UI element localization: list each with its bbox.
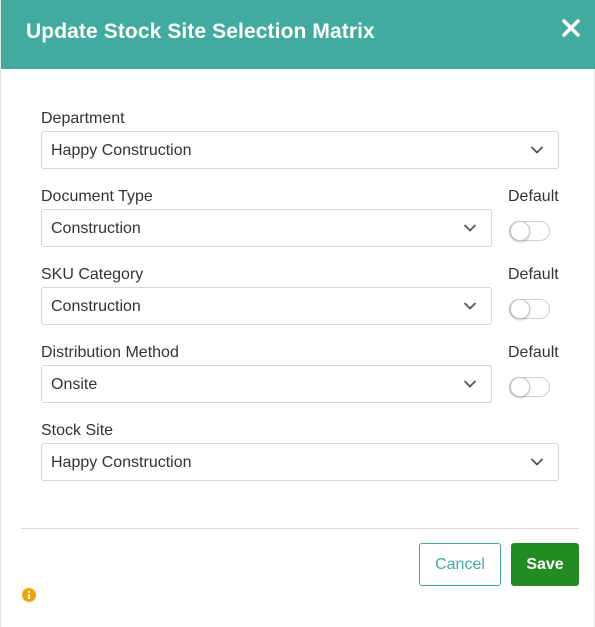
- update-stock-site-dialog: Update Stock Site Selection Matrix Depar…: [0, 0, 595, 627]
- distribution-method-default-toggle[interactable]: [509, 377, 550, 397]
- toggle-knob: [510, 377, 530, 397]
- sku-category-label: SKU Category: [41, 266, 144, 283]
- document-type-label: Document Type: [41, 188, 153, 205]
- chevron-down-icon: [530, 458, 544, 466]
- dialog-header: Update Stock Site Selection Matrix: [1, 0, 595, 69]
- save-button[interactable]: Save: [511, 543, 579, 586]
- stock-site-label: Stock Site: [41, 422, 114, 439]
- cancel-button[interactable]: Cancel: [419, 543, 501, 586]
- footer-divider: [21, 528, 579, 529]
- department-label: Department: [41, 110, 125, 127]
- distribution-method-select[interactable]: Onsite: [41, 365, 492, 403]
- toggle-knob: [510, 299, 530, 319]
- stock-site-value: Happy Construction: [51, 454, 192, 471]
- document-type-value: Construction: [51, 220, 141, 237]
- chevron-down-icon: [463, 380, 477, 388]
- info-icon[interactable]: [22, 588, 36, 602]
- distribution-method-default-label: Default: [508, 344, 559, 361]
- chevron-down-icon: [463, 224, 477, 232]
- department-select[interactable]: Happy Construction: [41, 131, 559, 169]
- department-value: Happy Construction: [51, 142, 192, 159]
- close-icon: [562, 19, 580, 37]
- document-type-default-toggle[interactable]: [509, 221, 550, 241]
- toggle-knob: [510, 221, 530, 241]
- chevron-down-icon: [530, 146, 544, 154]
- sku-category-select[interactable]: Construction: [41, 287, 492, 325]
- stock-site-select[interactable]: Happy Construction: [41, 443, 559, 481]
- chevron-down-icon: [463, 302, 477, 310]
- document-type-select[interactable]: Construction: [41, 209, 492, 247]
- sku-category-default-toggle[interactable]: [509, 299, 550, 319]
- distribution-method-value: Onsite: [51, 376, 98, 393]
- sku-category-value: Construction: [51, 298, 141, 315]
- document-type-default-label: Default: [508, 188, 559, 205]
- dialog-title: Update Stock Site Selection Matrix: [26, 20, 375, 43]
- distribution-method-label: Distribution Method: [41, 344, 179, 361]
- sku-category-default-label: Default: [508, 266, 559, 283]
- close-button[interactable]: [557, 14, 585, 42]
